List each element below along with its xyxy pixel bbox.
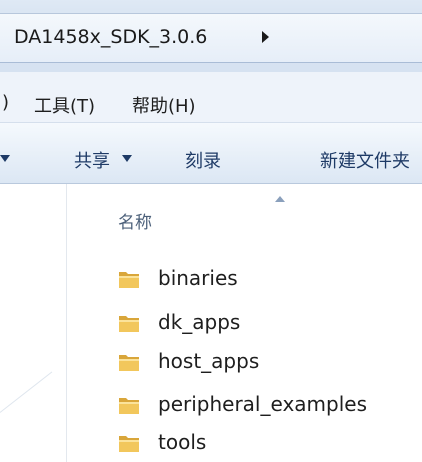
pane-divider[interactable] <box>66 184 67 462</box>
file-name: tools <box>158 430 207 454</box>
share-button[interactable]: 共享 <box>74 147 110 173</box>
share-dropdown-icon[interactable] <box>122 155 132 162</box>
folder-icon <box>119 355 139 371</box>
breadcrumb-sdk[interactable]: DA1458x_SDK_3.0.6 <box>14 26 207 48</box>
navigation-pane[interactable] <box>0 184 66 462</box>
burn-button[interactable]: 刻录 <box>185 147 221 173</box>
sort-ascending-icon <box>275 196 285 202</box>
file-name: binaries <box>158 266 238 290</box>
folder-icon <box>119 316 139 332</box>
breadcrumb-chevron-icon[interactable] <box>262 31 269 43</box>
folder-icon <box>119 398 139 414</box>
list-item-dk-apps[interactable]: dk_apps <box>110 308 410 338</box>
dropdown-caret-icon[interactable] <box>0 155 10 162</box>
folder-icon <box>119 436 139 452</box>
list-item-host-apps[interactable]: host_apps <box>110 347 410 377</box>
new-folder-button[interactable]: 新建文件夹 <box>320 147 410 173</box>
menu-item-tools[interactable]: 工具(T) <box>34 92 95 118</box>
column-header-name[interactable]: 名称 <box>118 208 152 233</box>
file-name: dk_apps <box>158 310 241 334</box>
list-item-tools[interactable]: tools <box>110 428 410 458</box>
menu-item-help[interactable]: 帮助(H) <box>132 92 196 118</box>
menu-item-partial[interactable]: ) <box>2 92 9 113</box>
list-item-peripheral-examples[interactable]: peripheral_examples <box>110 390 410 420</box>
folder-icon <box>119 272 139 288</box>
list-item-binaries[interactable]: binaries <box>110 264 410 294</box>
file-name: peripheral_examples <box>158 392 367 416</box>
file-name: host_apps <box>158 349 260 373</box>
